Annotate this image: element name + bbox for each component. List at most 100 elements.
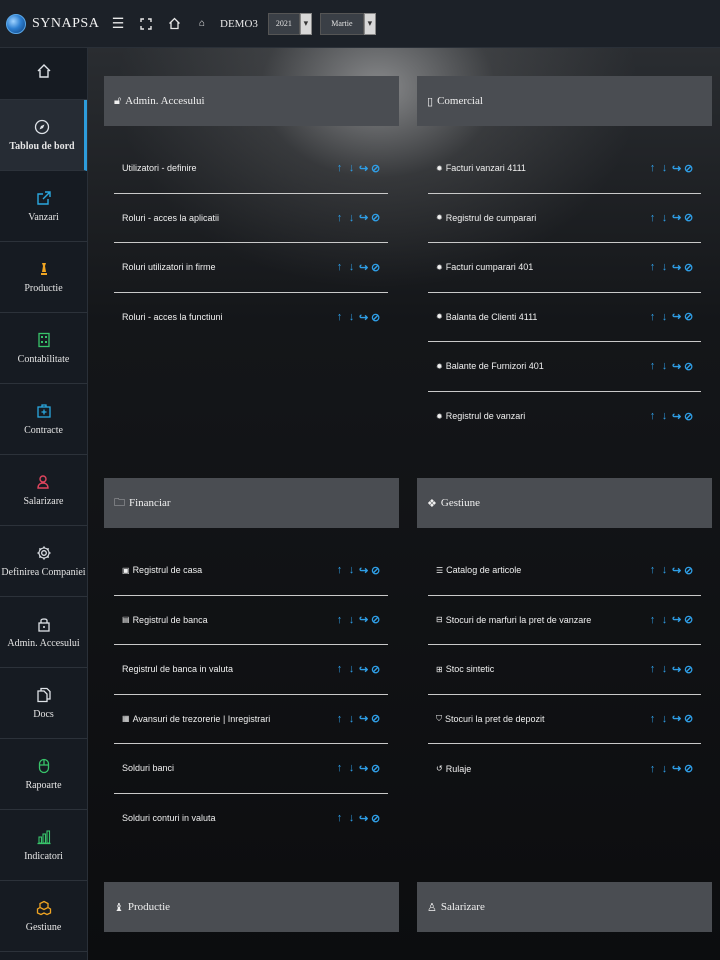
arrow-up-icon[interactable]: ↑ [335,564,344,576]
reply-arrow-icon[interactable]: ↪ [672,410,681,423]
ban-icon[interactable]: ⊘ [371,663,380,676]
ban-icon[interactable]: ⊘ [371,162,380,175]
list-item[interactable]: Roluri - acces la aplicatii ↑ ↓ ↪ ⊘ [114,194,388,243]
ban-icon[interactable]: ⊘ [684,162,693,175]
reply-arrow-icon[interactable]: ↪ [359,162,368,175]
list-item[interactable]: ↺ Rulaje ↑ ↓ ↪ ⊘ [428,744,701,794]
ban-icon[interactable]: ⊘ [684,310,693,323]
arrow-up-icon[interactable]: ↑ [648,713,657,725]
list-item[interactable]: Roluri - acces la functiuni ↑ ↓ ↪ ⊘ [114,293,388,343]
list-item[interactable]: ▣ Registrul de casa ↑ ↓ ↪ ⊘ [114,546,388,596]
arrow-down-icon[interactable]: ↓ [660,311,669,323]
sidebar-item-definirea-companiei[interactable]: Definirea Companiei [0,526,87,597]
ban-icon[interactable]: ⊘ [371,812,380,825]
ban-icon[interactable]: ⊘ [684,261,693,274]
ban-icon[interactable]: ⊘ [371,762,380,775]
arrow-up-icon[interactable]: ↑ [335,812,344,824]
ban-icon[interactable]: ⊘ [684,762,693,775]
list-item[interactable]: ✹ Facturi vanzari 4111 ↑ ↓ ↪ ⊘ [428,144,701,194]
company-name[interactable]: DEMO3 [220,18,258,30]
arrow-down-icon[interactable]: ↓ [347,614,356,626]
reply-arrow-icon[interactable]: ↪ [672,663,681,676]
list-item[interactable]: Solduri conturi in valuta ↑ ↓ ↪ ⊘ [114,794,388,844]
sidebar-item-home[interactable] [0,48,87,100]
arrow-up-icon[interactable]: ↑ [648,614,657,626]
sidebar-item-gestiune[interactable]: Gestiune [0,881,87,952]
arrow-down-icon[interactable]: ↓ [347,663,356,675]
reply-arrow-icon[interactable]: ↪ [672,564,681,577]
ban-icon[interactable]: ⊘ [371,261,380,274]
arrow-down-icon[interactable]: ↓ [660,564,669,576]
list-item[interactable]: ⊞ Stoc sintetic ↑ ↓ ↪ ⊘ [428,645,701,695]
arrow-up-icon[interactable]: ↑ [648,410,657,422]
arrow-up-icon[interactable]: ↑ [335,162,344,174]
arrow-up-icon[interactable]: ↑ [335,311,344,323]
arrow-down-icon[interactable]: ↓ [660,212,669,224]
arrow-up-icon[interactable]: ↑ [335,261,344,273]
reply-arrow-icon[interactable]: ↪ [359,812,368,825]
home-small-icon[interactable]: ⌂ [188,10,216,38]
arrow-down-icon[interactable]: ↓ [660,614,669,626]
arrow-down-icon[interactable]: ↓ [347,713,356,725]
list-item[interactable]: ✹ Balante de Furnizori 401 ↑ ↓ ↪ ⊘ [428,342,701,392]
arrow-down-icon[interactable]: ↓ [347,162,356,174]
ban-icon[interactable]: ⊘ [371,211,380,224]
menu-icon[interactable]: ☰ [104,10,132,38]
ban-icon[interactable]: ⊘ [371,564,380,577]
sidebar-item-indicatori[interactable]: Indicatori [0,810,87,881]
arrow-down-icon[interactable]: ↓ [347,311,356,323]
arrow-up-icon[interactable]: ↑ [648,212,657,224]
arrow-down-icon[interactable]: ↓ [660,360,669,372]
arrow-up-icon[interactable]: ↑ [648,360,657,372]
list-item[interactable]: ☰ Catalog de articole ↑ ↓ ↪ ⊘ [428,546,701,596]
reply-arrow-icon[interactable]: ↪ [359,712,368,725]
ban-icon[interactable]: ⊘ [684,564,693,577]
brand[interactable]: SYNAPSA [0,13,100,34]
fullscreen-icon[interactable] [132,10,160,38]
reply-arrow-icon[interactable]: ↪ [672,261,681,274]
arrow-down-icon[interactable]: ↓ [660,713,669,725]
reply-arrow-icon[interactable]: ↪ [672,162,681,175]
reply-arrow-icon[interactable]: ↪ [359,762,368,775]
arrow-up-icon[interactable]: ↑ [648,763,657,775]
sidebar-item-tablou-de-bord[interactable]: Tablou de bord [0,100,87,171]
list-item[interactable]: ✹ Facturi cumparari 401 ↑ ↓ ↪ ⊘ [428,243,701,293]
reply-arrow-icon[interactable]: ↪ [672,211,681,224]
list-item[interactable]: Roluri utilizatori in firme ↑ ↓ ↪ ⊘ [114,243,388,293]
sidebar-item-docs[interactable]: Docs [0,668,87,739]
ban-icon[interactable]: ⊘ [684,211,693,224]
list-item[interactable]: ⊟ Stocuri de marfuri la pret de vanzare ↑… [428,596,701,645]
reply-arrow-icon[interactable]: ↪ [359,211,368,224]
arrow-down-icon[interactable]: ↓ [660,663,669,675]
arrow-up-icon[interactable]: ↑ [648,564,657,576]
arrow-down-icon[interactable]: ↓ [660,162,669,174]
ban-icon[interactable]: ⊘ [371,311,380,324]
arrow-down-icon[interactable]: ↓ [660,261,669,273]
arrow-down-icon[interactable]: ↓ [347,212,356,224]
sidebar-item-contabilitate[interactable]: Contabilitate [0,313,87,384]
reply-arrow-icon[interactable]: ↪ [672,613,681,626]
arrow-up-icon[interactable]: ↑ [335,614,344,626]
list-item[interactable]: ✹ Registrul de vanzari ↑ ↓ ↪ ⊘ [428,392,701,442]
reply-arrow-icon[interactable]: ↪ [672,310,681,323]
year-select[interactable]: 2021 ▾ [267,12,312,35]
list-item[interactable]: Solduri banci ↑ ↓ ↪ ⊘ [114,744,388,794]
sidebar-item-vanzari[interactable]: Vanzari [0,171,87,242]
ban-icon[interactable]: ⊘ [684,663,693,676]
arrow-up-icon[interactable]: ↑ [648,162,657,174]
ban-icon[interactable]: ⊘ [684,410,693,423]
list-item[interactable]: ✹ Registrul de cumparari ↑ ↓ ↪ ⊘ [428,194,701,243]
list-item[interactable]: ▤ Registrul de banca ↑ ↓ ↪ ⊘ [114,596,388,645]
reply-arrow-icon[interactable]: ↪ [359,613,368,626]
reply-arrow-icon[interactable]: ↪ [359,663,368,676]
arrow-down-icon[interactable]: ↓ [347,261,356,273]
arrow-up-icon[interactable]: ↑ [335,663,344,675]
ban-icon[interactable]: ⊘ [684,360,693,373]
reply-arrow-icon[interactable]: ↪ [672,360,681,373]
ban-icon[interactable]: ⊘ [684,613,693,626]
ban-icon[interactable]: ⊘ [371,712,380,725]
sidebar-item-contracte[interactable]: Contracte [0,384,87,455]
list-item[interactable]: Registrul de banca in valuta ↑ ↓ ↪ ⊘ [114,645,388,695]
reply-arrow-icon[interactable]: ↪ [672,712,681,725]
chevron-down-icon[interactable]: ▾ [299,12,312,35]
